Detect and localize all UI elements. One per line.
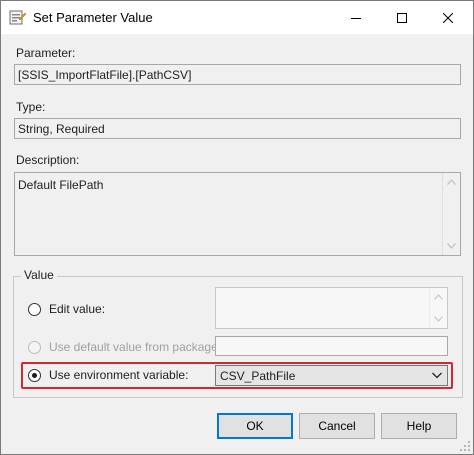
scroll-down-icon: [434, 316, 443, 322]
value-group-title: Value: [21, 268, 57, 282]
set-parameter-dialog: Set Parameter Value Parameter: [SSIS_Imp…: [0, 0, 474, 455]
description-scrollbar[interactable]: [442, 173, 460, 255]
ssis-parameter-icon: [9, 9, 27, 26]
minimize-button[interactable]: [333, 1, 379, 34]
default-value-option: Use default value from package: [28, 340, 218, 354]
scroll-up-icon: [434, 294, 443, 300]
parameter-label: Parameter:: [16, 46, 76, 60]
window-title: Set Parameter Value: [33, 10, 153, 25]
ok-button-label: OK: [246, 419, 264, 433]
edit-value-option[interactable]: Edit value:: [28, 302, 105, 316]
description-field[interactable]: Default FilePath: [14, 172, 461, 256]
edit-value-label: Edit value:: [49, 302, 106, 316]
title-bar[interactable]: Set Parameter Value: [1, 1, 473, 34]
scroll-up-icon[interactable]: [447, 179, 456, 185]
type-value: String, Required: [18, 122, 105, 136]
description-value: Default FilePath: [18, 178, 104, 192]
cancel-button-label: Cancel: [318, 419, 356, 433]
maximize-icon: [397, 12, 407, 23]
close-icon: [443, 12, 453, 23]
type-field[interactable]: String, Required: [14, 118, 461, 139]
default-value-label: Use default value from package: [49, 340, 218, 354]
resize-grip-icon[interactable]: [460, 441, 471, 452]
edit-value-scrollbar: [429, 288, 447, 328]
close-button[interactable]: [425, 1, 471, 34]
ok-button[interactable]: OK: [217, 413, 293, 439]
default-value-radio: [28, 340, 41, 354]
edit-value-input: [215, 287, 448, 329]
default-value-field: [215, 336, 448, 356]
description-label: Description:: [16, 153, 80, 167]
scroll-down-icon[interactable]: [447, 243, 456, 249]
maximize-button[interactable]: [379, 1, 425, 34]
highlight-annotation: [21, 362, 453, 389]
parameter-value: [SSIS_ImportFlatFile].[PathCSV]: [18, 68, 192, 82]
minimize-icon: [351, 17, 361, 19]
edit-value-radio[interactable]: [28, 302, 41, 316]
cancel-button[interactable]: Cancel: [299, 413, 375, 439]
parameter-field[interactable]: [SSIS_ImportFlatFile].[PathCSV]: [14, 64, 461, 85]
help-button-label: Help: [406, 419, 432, 433]
type-label: Type:: [16, 100, 46, 114]
help-button[interactable]: Help: [381, 413, 457, 439]
